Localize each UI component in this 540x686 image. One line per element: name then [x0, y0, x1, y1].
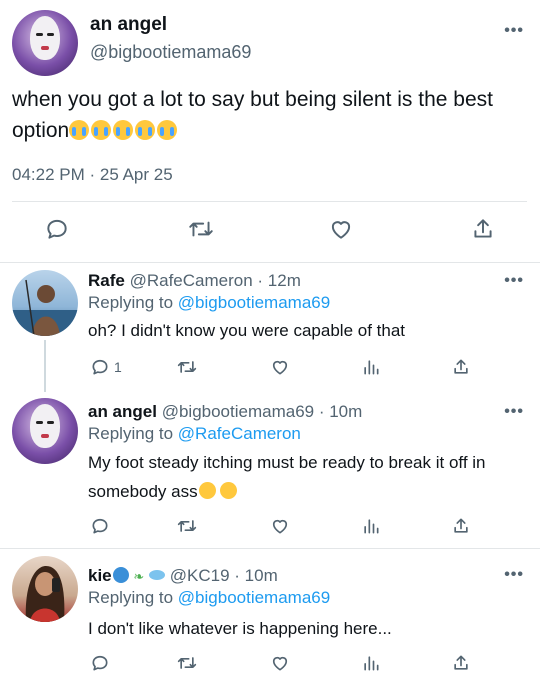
reply-age: · 10m: [318, 402, 363, 421]
views-icon[interactable]: [361, 516, 381, 536]
share-icon[interactable]: [470, 216, 496, 242]
egg-face-avatar-art: [30, 404, 60, 448]
reply-text: My foot steady itching must be ready to …: [88, 448, 528, 506]
reply-icon[interactable]: [90, 653, 110, 673]
tweet-text: when you got a lot to say but being sile…: [12, 84, 532, 146]
tweet-timestamp: 04:22 PM · 25 Apr 25: [12, 165, 173, 184]
avatar[interactable]: [12, 398, 78, 464]
reply-tweet: Rafe @RafeCameron · 12m ••• Replying to …: [0, 262, 540, 392]
reply-age: · 12m: [257, 271, 301, 290]
herb-emoji-icon: ❧: [133, 569, 145, 584]
reply-header: an angel @bigbootiemama69 · 10m: [88, 402, 362, 422]
share-icon[interactable]: [451, 357, 471, 377]
divider: [12, 201, 527, 202]
share-icon[interactable]: [451, 516, 471, 536]
reply-count: 1: [114, 359, 122, 375]
fish-emoji-icon: [149, 570, 166, 580]
avatar[interactable]: [12, 556, 78, 622]
user-handle[interactable]: @RafeCameron: [130, 271, 253, 290]
display-name[interactable]: an angel: [90, 14, 167, 36]
more-icon[interactable]: •••: [504, 566, 524, 584]
reply-button[interactable]: 1: [90, 357, 122, 377]
reply-body: My foot steady itching must be ready to …: [88, 453, 486, 501]
avatar[interactable]: [12, 10, 78, 76]
replying-label: Replying to: [88, 588, 174, 607]
reply-action-bar: [0, 516, 540, 546]
reply-text: oh? I didn't know you were capable of th…: [88, 321, 406, 340]
reply-header: Rafe @RafeCameron · 12m: [88, 271, 301, 291]
relieved-emoji-icon: [220, 482, 238, 499]
user-handle[interactable]: @bigbootiemama69: [90, 42, 251, 63]
main-tweet: an angel @bigbootiemama69 ••• when you g…: [0, 0, 540, 262]
reply-text: I don't like whatever is happening here.…: [88, 619, 392, 638]
like-icon[interactable]: [270, 516, 290, 536]
retweet-icon[interactable]: [187, 216, 215, 242]
tweet-action-bar: [0, 210, 540, 250]
replying-label: Replying to: [88, 293, 174, 312]
display-name[interactable]: kie: [88, 566, 112, 585]
thinking-emoji-icon: [198, 482, 216, 499]
views-icon[interactable]: [361, 653, 381, 673]
mention-link[interactable]: @RafeCameron: [178, 424, 301, 443]
reply-tweet: kie ❧ @KC19 · 10m ••• Replying to @bigbo…: [0, 548, 540, 686]
egg-face-avatar-art: [30, 16, 60, 60]
user-handle[interactable]: @KC19: [170, 566, 230, 585]
replying-to: Replying to @bigbootiemama69: [88, 293, 330, 313]
more-icon[interactable]: •••: [504, 22, 524, 40]
reply-icon: [92, 359, 108, 375]
like-icon[interactable]: [270, 653, 290, 673]
more-icon[interactable]: •••: [504, 403, 524, 421]
avatar[interactable]: [12, 270, 78, 336]
globe-emoji-icon: [112, 567, 129, 583]
crying-emoji-icon: [69, 119, 179, 142]
retweet-icon[interactable]: [176, 357, 198, 377]
reply-header: kie ❧ @KC19 · 10m: [88, 566, 278, 586]
like-icon[interactable]: [328, 216, 354, 242]
views-icon[interactable]: [361, 357, 381, 377]
display-name[interactable]: Rafe: [88, 271, 125, 290]
retweet-icon[interactable]: [176, 516, 198, 536]
display-name[interactable]: an angel: [88, 402, 157, 421]
retweet-icon[interactable]: [176, 653, 198, 673]
share-icon[interactable]: [451, 653, 471, 673]
like-icon[interactable]: [270, 357, 290, 377]
more-icon[interactable]: •••: [504, 272, 524, 290]
reply-icon[interactable]: [90, 516, 110, 536]
mention-link[interactable]: @bigbootiemama69: [178, 588, 330, 607]
user-handle[interactable]: @bigbootiemama69: [162, 402, 314, 421]
reply-icon[interactable]: [44, 216, 70, 242]
replying-to: Replying to @RafeCameron: [88, 424, 301, 444]
reply-age: · 10m: [234, 566, 278, 585]
reply-tweet: an angel @bigbootiemama69 · 10m ••• Repl…: [0, 390, 540, 548]
replying-to: Replying to @bigbootiemama69: [88, 588, 330, 608]
mention-link[interactable]: @bigbootiemama69: [178, 293, 330, 312]
reply-action-bar: 1: [0, 357, 540, 387]
replying-label: Replying to: [88, 424, 174, 443]
reply-action-bar: [0, 653, 540, 683]
